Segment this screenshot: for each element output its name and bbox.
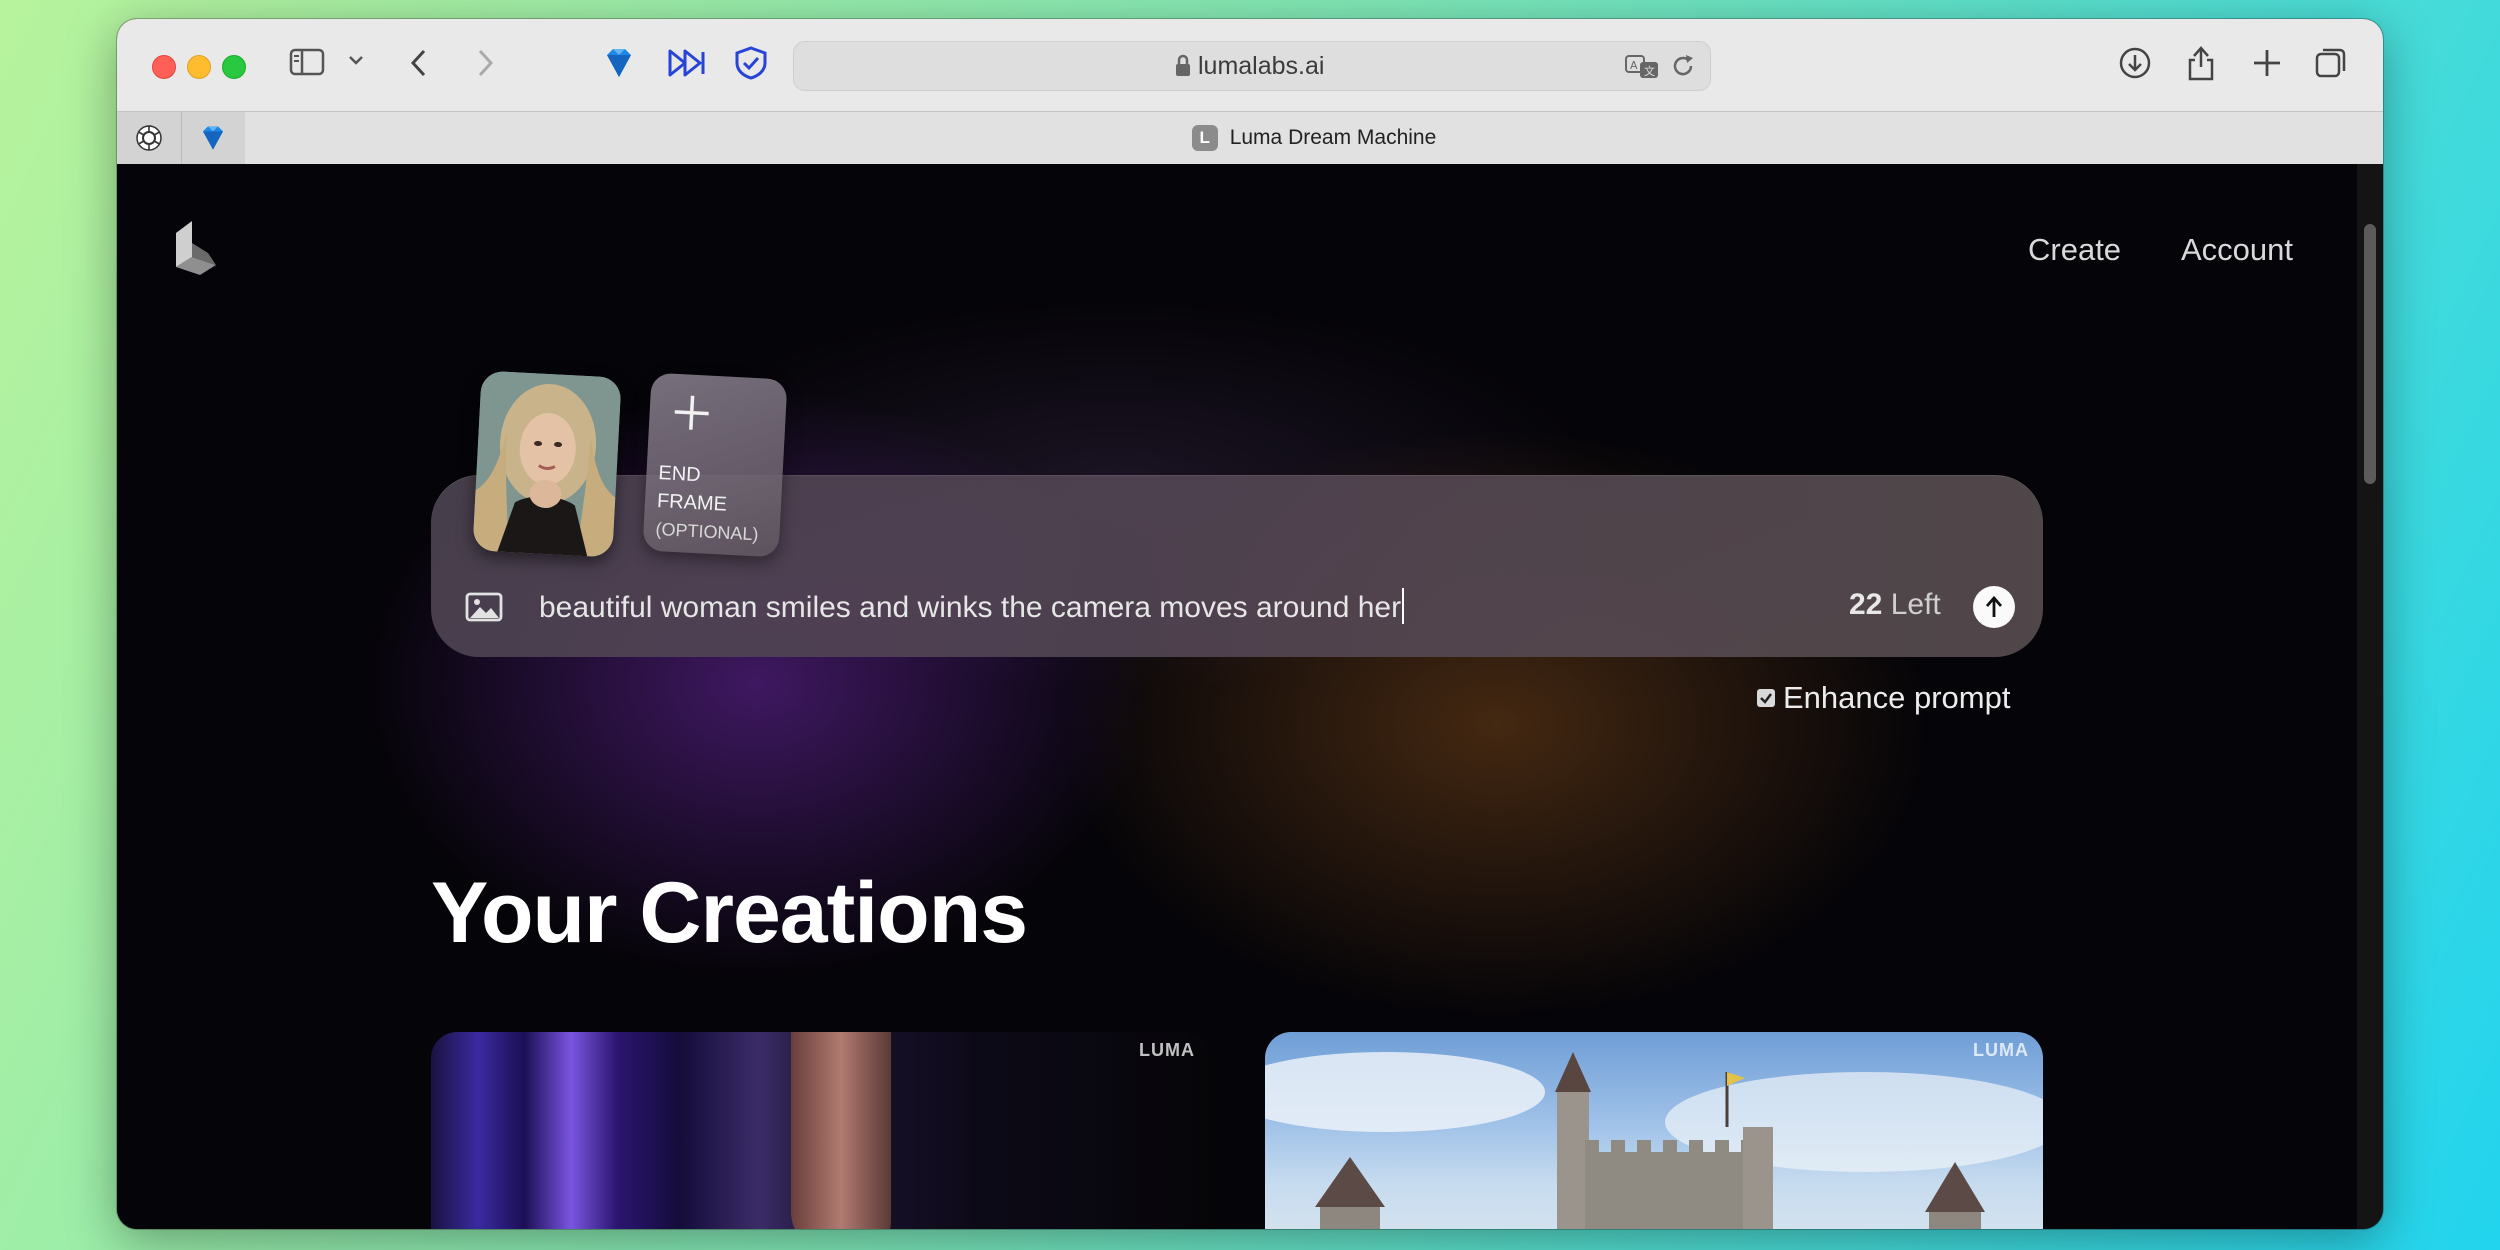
luma-watermark: LUMA [1973, 1040, 2029, 1060]
image-upload-icon[interactable] [465, 591, 503, 628]
share-icon[interactable] [2183, 43, 2219, 83]
chevron-down-icon[interactable] [347, 53, 365, 67]
pinned-tab-diamond[interactable] [181, 112, 246, 164]
fast-forward-extension-icon[interactable] [667, 47, 707, 79]
sidebar-icon[interactable] [289, 47, 325, 77]
new-tab-icon[interactable] [2251, 47, 2283, 79]
luma-favicon-icon: L [1191, 125, 1218, 151]
video-thumbnail-figure [791, 1032, 891, 1229]
reload-icon[interactable] [1670, 53, 1696, 79]
minimize-window-button[interactable] [187, 55, 211, 79]
shield-extension-icon[interactable] [733, 45, 769, 81]
pinned-tab-chatgpt[interactable] [117, 112, 182, 164]
tab-overview-icon[interactable] [2313, 45, 2349, 81]
close-window-button[interactable] [152, 55, 176, 79]
tab-bar: L Luma Dream Machine [117, 111, 2383, 165]
generations-left-count: 22 [1849, 588, 1883, 621]
back-icon[interactable] [407, 47, 431, 79]
diamond-extension-icon[interactable] [601, 45, 637, 81]
scrollbar-thumb[interactable] [2364, 224, 2376, 484]
nav-create-link[interactable]: Create [2028, 232, 2121, 268]
prompt-input[interactable]: beautiful woman smiles and winks the cam… [539, 588, 1405, 625]
plus-icon [670, 392, 712, 439]
end-frame-label: END FRAME (OPTIONAL) [655, 459, 762, 548]
lock-icon [1174, 54, 1192, 83]
portrait-image [472, 370, 622, 558]
page-content: Create Account END FRAME (OPTIONAL) beau… [117, 164, 2357, 1229]
enhance-prompt-option[interactable]: Enhance prompt [1757, 680, 2010, 716]
castle-image [1265, 1052, 2043, 1229]
end-frame-button[interactable]: END FRAME (OPTIONAL) [642, 372, 788, 558]
url-text: lumalabs.ai [1198, 52, 1325, 80]
text-caret [1402, 588, 1405, 624]
browser-toolbar: lumalabs.ai A文 [117, 19, 2383, 111]
enhance-prompt-label: Enhance prompt [1783, 680, 2011, 715]
page-scrollbar[interactable] [2357, 164, 2383, 1229]
browser-window: lumalabs.ai A文 L Luma Dream Machine Crea… [117, 19, 2383, 1229]
generations-left-label: Left [1890, 588, 1941, 621]
zoom-window-button[interactable] [222, 55, 246, 79]
prompt-input-text: beautiful woman smiles and winks the cam… [539, 591, 1402, 624]
svg-text:A: A [1630, 59, 1638, 72]
diamond-icon [203, 126, 223, 150]
arrow-up-icon [1985, 595, 2003, 617]
luma-watermark: LUMA [1139, 1040, 1195, 1060]
start-frame-thumbnail[interactable] [472, 370, 622, 558]
creation-card[interactable]: LUMA [431, 1032, 1209, 1229]
chatgpt-icon [136, 125, 162, 151]
svg-text:文: 文 [1644, 64, 1655, 78]
download-icon[interactable] [2117, 45, 2153, 81]
checkmark-icon [1760, 693, 1772, 704]
generations-left: 22 Left [1849, 588, 1941, 622]
tab-title: Luma Dream Machine [1229, 126, 1437, 149]
address-bar[interactable]: lumalabs.ai A文 [793, 41, 1711, 91]
tab-luma-dream-machine[interactable]: L Luma Dream Machine [245, 112, 2383, 164]
forward-icon[interactable] [473, 47, 497, 79]
creation-card[interactable]: LUMA [1265, 1032, 2043, 1229]
end-frame-optional-label: (OPTIONAL) [655, 518, 759, 545]
translate-icon[interactable]: A文 [1624, 52, 1660, 80]
enhance-prompt-checkbox[interactable] [1757, 689, 1775, 707]
creations-heading: Your Creations [431, 865, 1028, 961]
submit-button[interactable] [1973, 586, 2015, 628]
luma-logo-icon[interactable] [172, 219, 220, 280]
nav-account-link[interactable]: Account [2181, 232, 2293, 268]
